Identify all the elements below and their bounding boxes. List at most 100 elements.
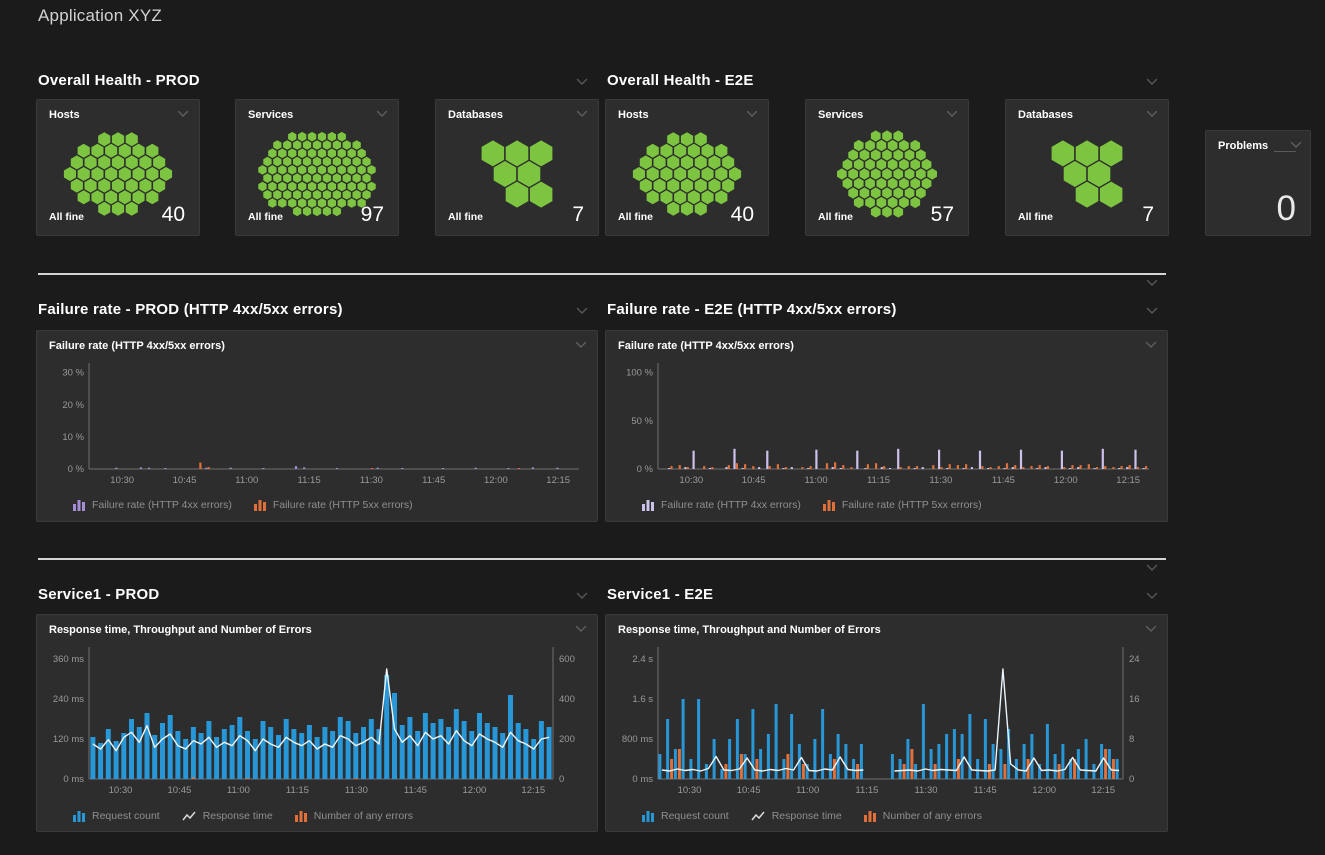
section-divider (38, 558, 1166, 560)
problems-tile[interactable]: Problems 0 (1205, 130, 1311, 236)
chart-title: Response time, Throughput and Number of … (618, 624, 881, 636)
legend-item: Failure rate (HTTP 5xx errors) (254, 499, 413, 511)
svg-text:0 %: 0 % (68, 464, 85, 475)
dashboard: Application XYZ Overall Health - PROD Ov… (0, 0, 1325, 855)
health-tile-prod-databases[interactable]: Databases All fine 7 (435, 99, 599, 236)
svg-text:360 ms: 360 ms (53, 654, 84, 665)
chevron-down-icon[interactable] (746, 110, 758, 118)
chart-tile-service-e2e[interactable]: Response time, Throughput and Number of … (605, 614, 1168, 832)
svg-text:11:45: 11:45 (404, 785, 427, 796)
chevron-down-icon[interactable] (576, 78, 588, 86)
chevron-down-icon[interactable] (1146, 564, 1158, 572)
bar-chart-icon (73, 499, 86, 511)
legend-item: Failure rate (HTTP 5xx errors) (823, 499, 982, 511)
legend-item: Failure rate (HTTP 4xx errors) (642, 499, 801, 511)
svg-text:10:45: 10:45 (737, 785, 761, 796)
legend-label: Response time (772, 810, 842, 822)
svg-text:800 ms: 800 ms (622, 734, 653, 745)
chevron-down-icon[interactable] (1146, 279, 1158, 287)
svg-text:11:00: 11:00 (235, 475, 258, 486)
chevron-down-icon[interactable] (1146, 307, 1158, 315)
health-tile-prod-services[interactable]: Services All fine 97 (235, 99, 399, 236)
chart-legend: Request count Response time Number of any … (642, 810, 982, 822)
service-metrics-chart: 0 ms120 ms240 ms360 ms020040060010:3010:… (39, 641, 595, 797)
page-title: Application XYZ (38, 6, 162, 26)
problems-count: 0 (1277, 189, 1296, 229)
bar-chart-icon (642, 499, 655, 511)
chevron-down-icon[interactable] (376, 110, 388, 118)
chevron-down-icon[interactable] (576, 110, 588, 118)
svg-text:0: 0 (1129, 774, 1134, 785)
chevron-down-icon[interactable] (946, 110, 958, 118)
chevron-down-icon[interactable] (576, 307, 588, 315)
chart-title: Failure rate (HTTP 4xx/5xx errors) (49, 340, 225, 352)
chevron-down-icon[interactable] (576, 592, 588, 600)
svg-text:12:15: 12:15 (1116, 475, 1140, 486)
health-tile-prod-hosts[interactable]: Hosts All fine 40 (36, 99, 200, 236)
legend-item: Request count (73, 810, 160, 822)
chart-tile-service-prod[interactable]: Response time, Throughput and Number of … (36, 614, 598, 832)
chevron-down-icon[interactable] (1290, 141, 1302, 149)
svg-text:120 ms: 120 ms (53, 734, 84, 745)
svg-text:16: 16 (1129, 694, 1140, 705)
chevron-down-icon[interactable] (1146, 110, 1158, 118)
tile-title: Databases (448, 109, 503, 121)
health-tile-e2e-services[interactable]: Services All fine 57 (805, 99, 969, 236)
svg-text:11:30: 11:30 (929, 475, 952, 486)
chevron-down-icon[interactable] (1146, 592, 1158, 600)
tile-title: Hosts (49, 109, 80, 121)
chart-tile-failure-prod[interactable]: Failure rate (HTTP 4xx/5xx errors) 0 %10… (36, 330, 598, 522)
svg-text:1.6 s: 1.6 s (632, 694, 653, 705)
svg-text:12:15: 12:15 (546, 475, 570, 486)
bar-chart-icon (254, 499, 267, 511)
bar-chart-icon (823, 499, 836, 511)
svg-text:10:30: 10:30 (678, 785, 702, 796)
status-label: All fine (248, 211, 283, 223)
bar-chart-icon (73, 810, 86, 822)
chart-title: Response time, Throughput and Number of … (49, 624, 312, 636)
chevron-down-icon[interactable] (1145, 625, 1157, 633)
problems-sparkline-placeholder (1274, 151, 1296, 152)
service-metrics-chart: 0 ms800 ms1.6 s2.4 s08162410:3010:4511:0… (608, 641, 1165, 797)
bar-chart-icon (864, 810, 877, 822)
chevron-down-icon[interactable] (1145, 341, 1157, 349)
svg-text:11:15: 11:15 (867, 475, 890, 486)
svg-text:30 %: 30 % (62, 368, 84, 379)
status-label: All fine (818, 211, 853, 223)
legend-label: Failure rate (HTTP 4xx errors) (661, 499, 801, 511)
svg-text:0 ms: 0 ms (632, 774, 653, 785)
svg-text:11:30: 11:30 (360, 475, 383, 486)
chart-tile-failure-e2e[interactable]: Failure rate (HTTP 4xx/5xx errors) 0 %50… (605, 330, 1168, 522)
svg-text:0: 0 (559, 774, 564, 785)
svg-text:20 %: 20 % (62, 400, 84, 411)
legend-label: Failure rate (HTTP 5xx errors) (273, 499, 413, 511)
tile-title: Databases (1018, 109, 1073, 121)
chevron-down-icon[interactable] (575, 625, 587, 633)
failure-rate-chart: 0 %50 %100 %10:3010:4511:0011:1511:3011:… (608, 357, 1165, 487)
chart-legend: Request countResponse timeNumber of any … (73, 810, 413, 822)
legend-label: Request count (92, 810, 160, 822)
svg-text:400: 400 (559, 694, 575, 705)
svg-text:0 %: 0 % (637, 464, 654, 475)
legend-label: Request count (661, 810, 729, 822)
svg-text:200: 200 (559, 734, 575, 745)
tile-title: Problems (1218, 140, 1268, 152)
legend-item: Response time (751, 810, 842, 822)
section-title-health-e2e: Overall Health - E2E (607, 72, 754, 89)
svg-text:12:15: 12:15 (521, 785, 545, 796)
section-title-service-prod: Service1 - PROD (38, 586, 159, 603)
chevron-down-icon[interactable] (177, 110, 189, 118)
count-value: 40 (162, 203, 185, 227)
legend-label: Failure rate (HTTP 5xx errors) (842, 499, 982, 511)
chevron-down-icon[interactable] (575, 341, 587, 349)
legend-item: Number of any errors (864, 810, 982, 822)
chevron-down-icon[interactable] (1146, 78, 1158, 86)
svg-text:11:30: 11:30 (345, 785, 368, 796)
svg-text:10:30: 10:30 (109, 785, 133, 796)
line-chart-icon (182, 810, 197, 822)
svg-text:0 ms: 0 ms (63, 774, 84, 785)
section-title-service-e2e: Service1 - E2E (607, 586, 713, 603)
health-tile-e2e-hosts[interactable]: Hosts All fine 40 (605, 99, 769, 236)
svg-text:11:30: 11:30 (914, 785, 937, 796)
health-tile-e2e-databases[interactable]: Databases All fine 7 (1005, 99, 1169, 236)
